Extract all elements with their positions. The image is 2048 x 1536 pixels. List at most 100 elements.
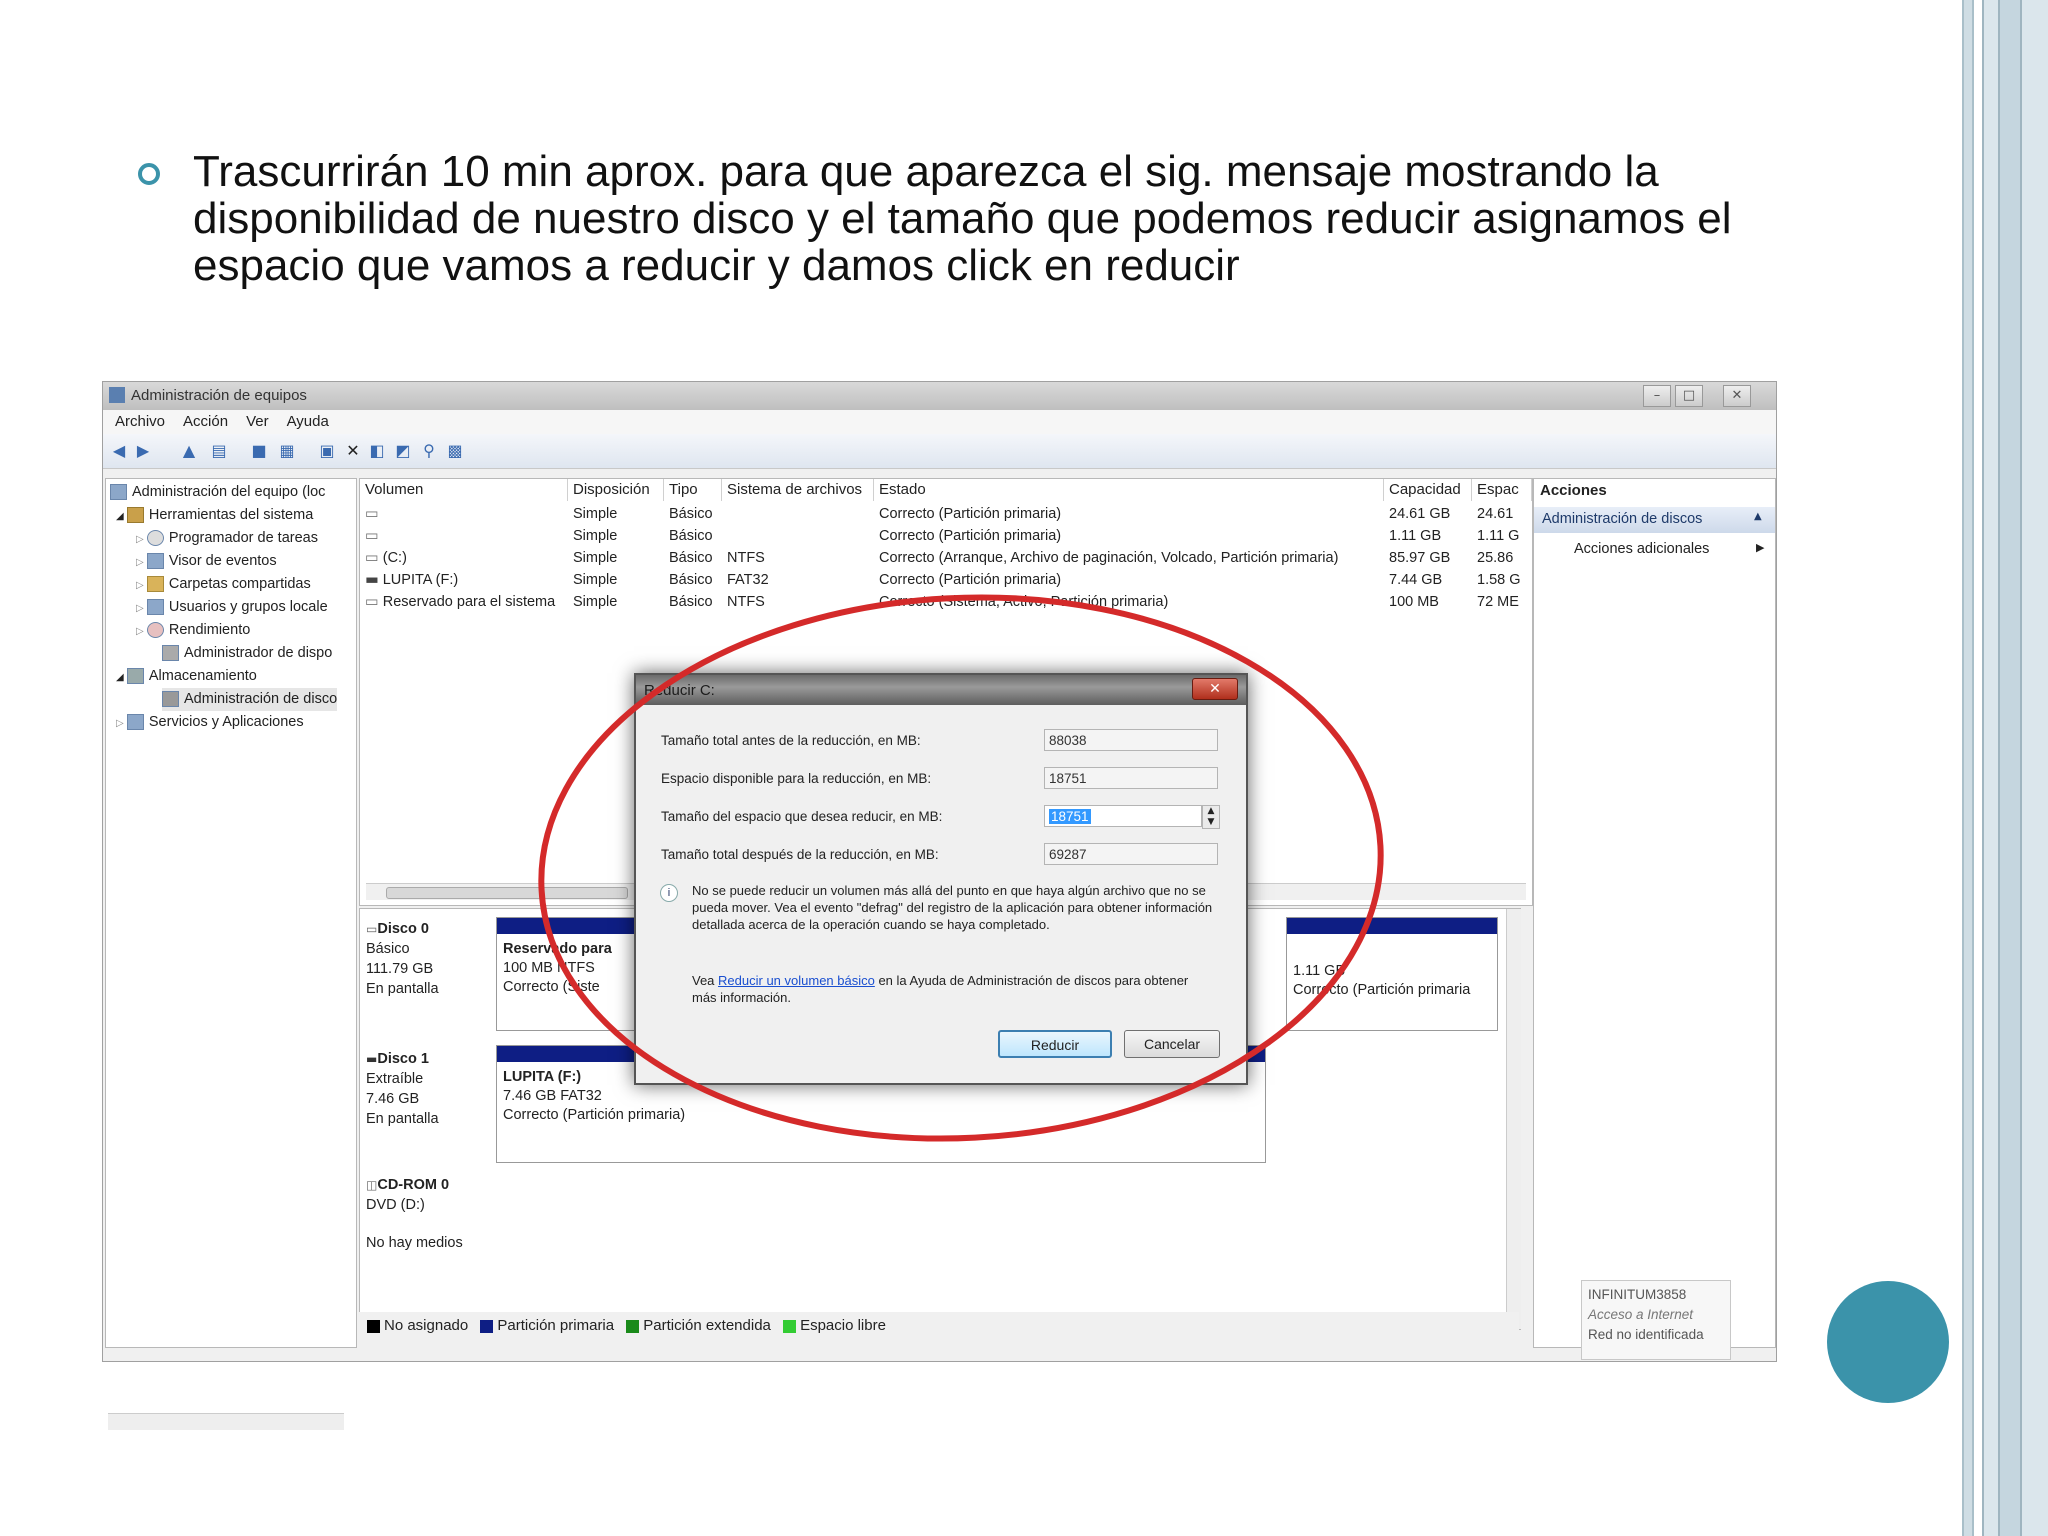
drive-icon: ▭ (365, 506, 379, 522)
minimize-icon[interactable]: – (1643, 385, 1671, 407)
column-header[interactable]: Espac (1472, 479, 1532, 501)
tree-item[interactable]: ▷ Carpetas compartidas (136, 573, 311, 596)
scrollbar-thumb[interactable] (386, 887, 628, 899)
table-cell: 1.11 GB (1389, 528, 1442, 544)
properties-sheet-icon[interactable]: ◧ (367, 442, 387, 460)
collapse-up-icon[interactable]: ▲ (1754, 511, 1762, 522)
help-link[interactable]: Reducir un volumen básico (718, 973, 875, 988)
dialog-titlebar[interactable]: Reducir C: ✕ (636, 675, 1246, 705)
cancel-button[interactable]: Cancelar (1124, 1030, 1220, 1058)
menu-ayuda[interactable]: Ayuda (287, 410, 329, 434)
event-viewer-icon (146, 553, 164, 570)
table-row[interactable]: ▭ (360, 525, 568, 547)
action-more[interactable]: Acciones adicionales (1574, 541, 1709, 557)
tree-item[interactable]: ▷ Visor de eventos (136, 550, 277, 573)
tree-item-selected[interactable]: Administración de disco (162, 688, 338, 711)
table-cell: Simple (573, 572, 618, 588)
maximize-icon[interactable]: □ (1675, 385, 1703, 407)
table-cell: Simple (573, 550, 618, 566)
tree-item[interactable]: ◢ Almacenamiento (116, 665, 257, 688)
menu-ver[interactable]: Ver (246, 410, 269, 434)
bullet-icon (138, 163, 160, 185)
device-manager-icon (162, 645, 179, 662)
table-cell: 1.58 G (1477, 572, 1521, 588)
table-cell: 7.44 GB (1389, 572, 1443, 588)
computer-management-icon (109, 387, 125, 403)
tree-item[interactable]: ▷ Rendimiento (136, 619, 250, 642)
collapse-icon[interactable]: ▷ (136, 557, 147, 568)
column-header[interactable]: Sistema de archivos (722, 479, 874, 501)
field-label: Tamaño del espacio que desea reducir, en… (661, 809, 943, 824)
menu-accion[interactable]: Acción (183, 410, 228, 434)
tree-item[interactable]: Administrador de dispo (162, 642, 332, 665)
partition-recovery[interactable]: 1.11 GB Correcto (Partición primaria (1286, 917, 1498, 1031)
close-icon[interactable]: ✕ (1723, 385, 1751, 407)
legend-swatch (367, 1319, 380, 1333)
collapse-icon[interactable]: ▷ (136, 626, 147, 637)
tree-item[interactable]: ▷ Programador de tareas (136, 527, 318, 550)
partition-reserved[interactable]: Reservado para 100 MB NTFS Correcto (Sis… (496, 917, 636, 1031)
window-titlebar[interactable]: Administración de equipos – □ ✕ (103, 382, 1776, 410)
collapse-icon[interactable]: ▷ (116, 718, 127, 729)
properties-icon[interactable]: ■ (249, 442, 269, 460)
usb-drive-icon: ▬ (365, 572, 379, 588)
cdrom-0-label[interactable]: ◫CD-ROM 0 DVD (D:) No hay medios (366, 1175, 486, 1253)
export-icon[interactable]: ▣ (317, 442, 337, 460)
collapse-icon[interactable]: ▷ (136, 534, 147, 545)
table-cell: Básico (669, 528, 713, 544)
total-after-value: 69287 (1044, 843, 1218, 865)
table-cell: Correcto (Partición primaria) (879, 506, 1062, 522)
table-cell: 25.86 (1477, 550, 1514, 566)
table-row[interactable]: ▭ (360, 503, 568, 525)
back-arrow-icon[interactable]: ◀ (109, 442, 129, 460)
tree-item[interactable]: Administración del equipo (loc (110, 481, 325, 504)
shrink-amount-stepper[interactable]: ▲ ▼ (1202, 805, 1220, 829)
decorative-circle (1827, 1281, 1949, 1403)
action-disk-management[interactable]: Administración de discos ▲ (1534, 507, 1775, 533)
search-icon[interactable]: ⚲ (419, 442, 439, 460)
column-header[interactable]: Estado (874, 479, 1384, 501)
disk-icon[interactable]: ▩ (445, 442, 465, 460)
collapse-icon[interactable]: ▷ (136, 603, 147, 614)
column-header[interactable]: Disposición (568, 479, 664, 501)
table-cell: NTFS (727, 594, 765, 610)
dialog-close-icon[interactable]: ✕ (1192, 678, 1238, 700)
expand-icon[interactable]: ◢ (116, 511, 127, 522)
tree-item[interactable]: ◢ Herramientas del sistema (116, 504, 313, 527)
computer-icon (110, 484, 127, 501)
table-cell: NTFS (727, 550, 765, 566)
users-icon (146, 599, 164, 616)
collapse-icon[interactable]: ▷ (136, 580, 147, 591)
column-header[interactable]: Volumen (360, 479, 568, 501)
tree-item[interactable]: ▷ Servicios y Aplicaciones (116, 711, 304, 734)
table-row[interactable]: ▬ LUPITA (F:) (360, 569, 568, 591)
column-header[interactable]: Capacidad (1384, 479, 1472, 501)
shrink-amount-input[interactable]: 18751 (1044, 805, 1202, 827)
open-folder-icon[interactable]: ◩ (393, 442, 413, 460)
disk-1-label[interactable]: ▬Disco 1 Extraíble 7.46 GB En pantalla (366, 1049, 486, 1129)
show-hide-tree-icon[interactable]: ▤ (209, 442, 229, 460)
delete-icon[interactable]: ✕ (343, 442, 363, 460)
menu-archivo[interactable]: Archivo (115, 410, 165, 434)
tools-icon (126, 507, 144, 524)
tree-horizontal-scrollbar[interactable] (108, 1413, 344, 1430)
forward-arrow-icon[interactable]: ▶ (133, 442, 153, 460)
storage-icon (126, 668, 144, 685)
up-folder-icon[interactable]: ▲ (179, 442, 199, 460)
performance-icon (146, 622, 164, 639)
table-cell: Básico (669, 594, 713, 610)
navigation-tree: Administración del equipo (loc ◢ Herrami… (105, 478, 357, 1430)
column-header[interactable]: Tipo (664, 479, 722, 501)
network-notification[interactable]: INFINITUM3858 Acceso a Internet Red no i… (1581, 1280, 1731, 1360)
disk-map-vertical-scrollbar[interactable] (1506, 909, 1521, 1329)
view-icon[interactable]: ▦ (277, 442, 297, 460)
disk-0-label[interactable]: ▭Disco 0 Básico 111.79 GB En pantalla (366, 919, 486, 999)
available-space-value: 18751 (1044, 767, 1218, 789)
reduce-button[interactable]: Reducir (998, 1030, 1112, 1058)
table-row[interactable]: ▭ (C:) (360, 547, 568, 569)
expand-icon[interactable]: ◢ (116, 672, 127, 683)
drive-icon: ▭ (365, 528, 379, 544)
toolbar: ◀ ▶ ▲ ▤ ■ ▦ ▣ ✕ ◧ ◩ ⚲ ▩ (103, 434, 1776, 469)
table-row[interactable]: ▭ Reservado para el sistema (360, 591, 568, 613)
tree-item[interactable]: ▷ Usuarios y grupos locale (136, 596, 328, 619)
